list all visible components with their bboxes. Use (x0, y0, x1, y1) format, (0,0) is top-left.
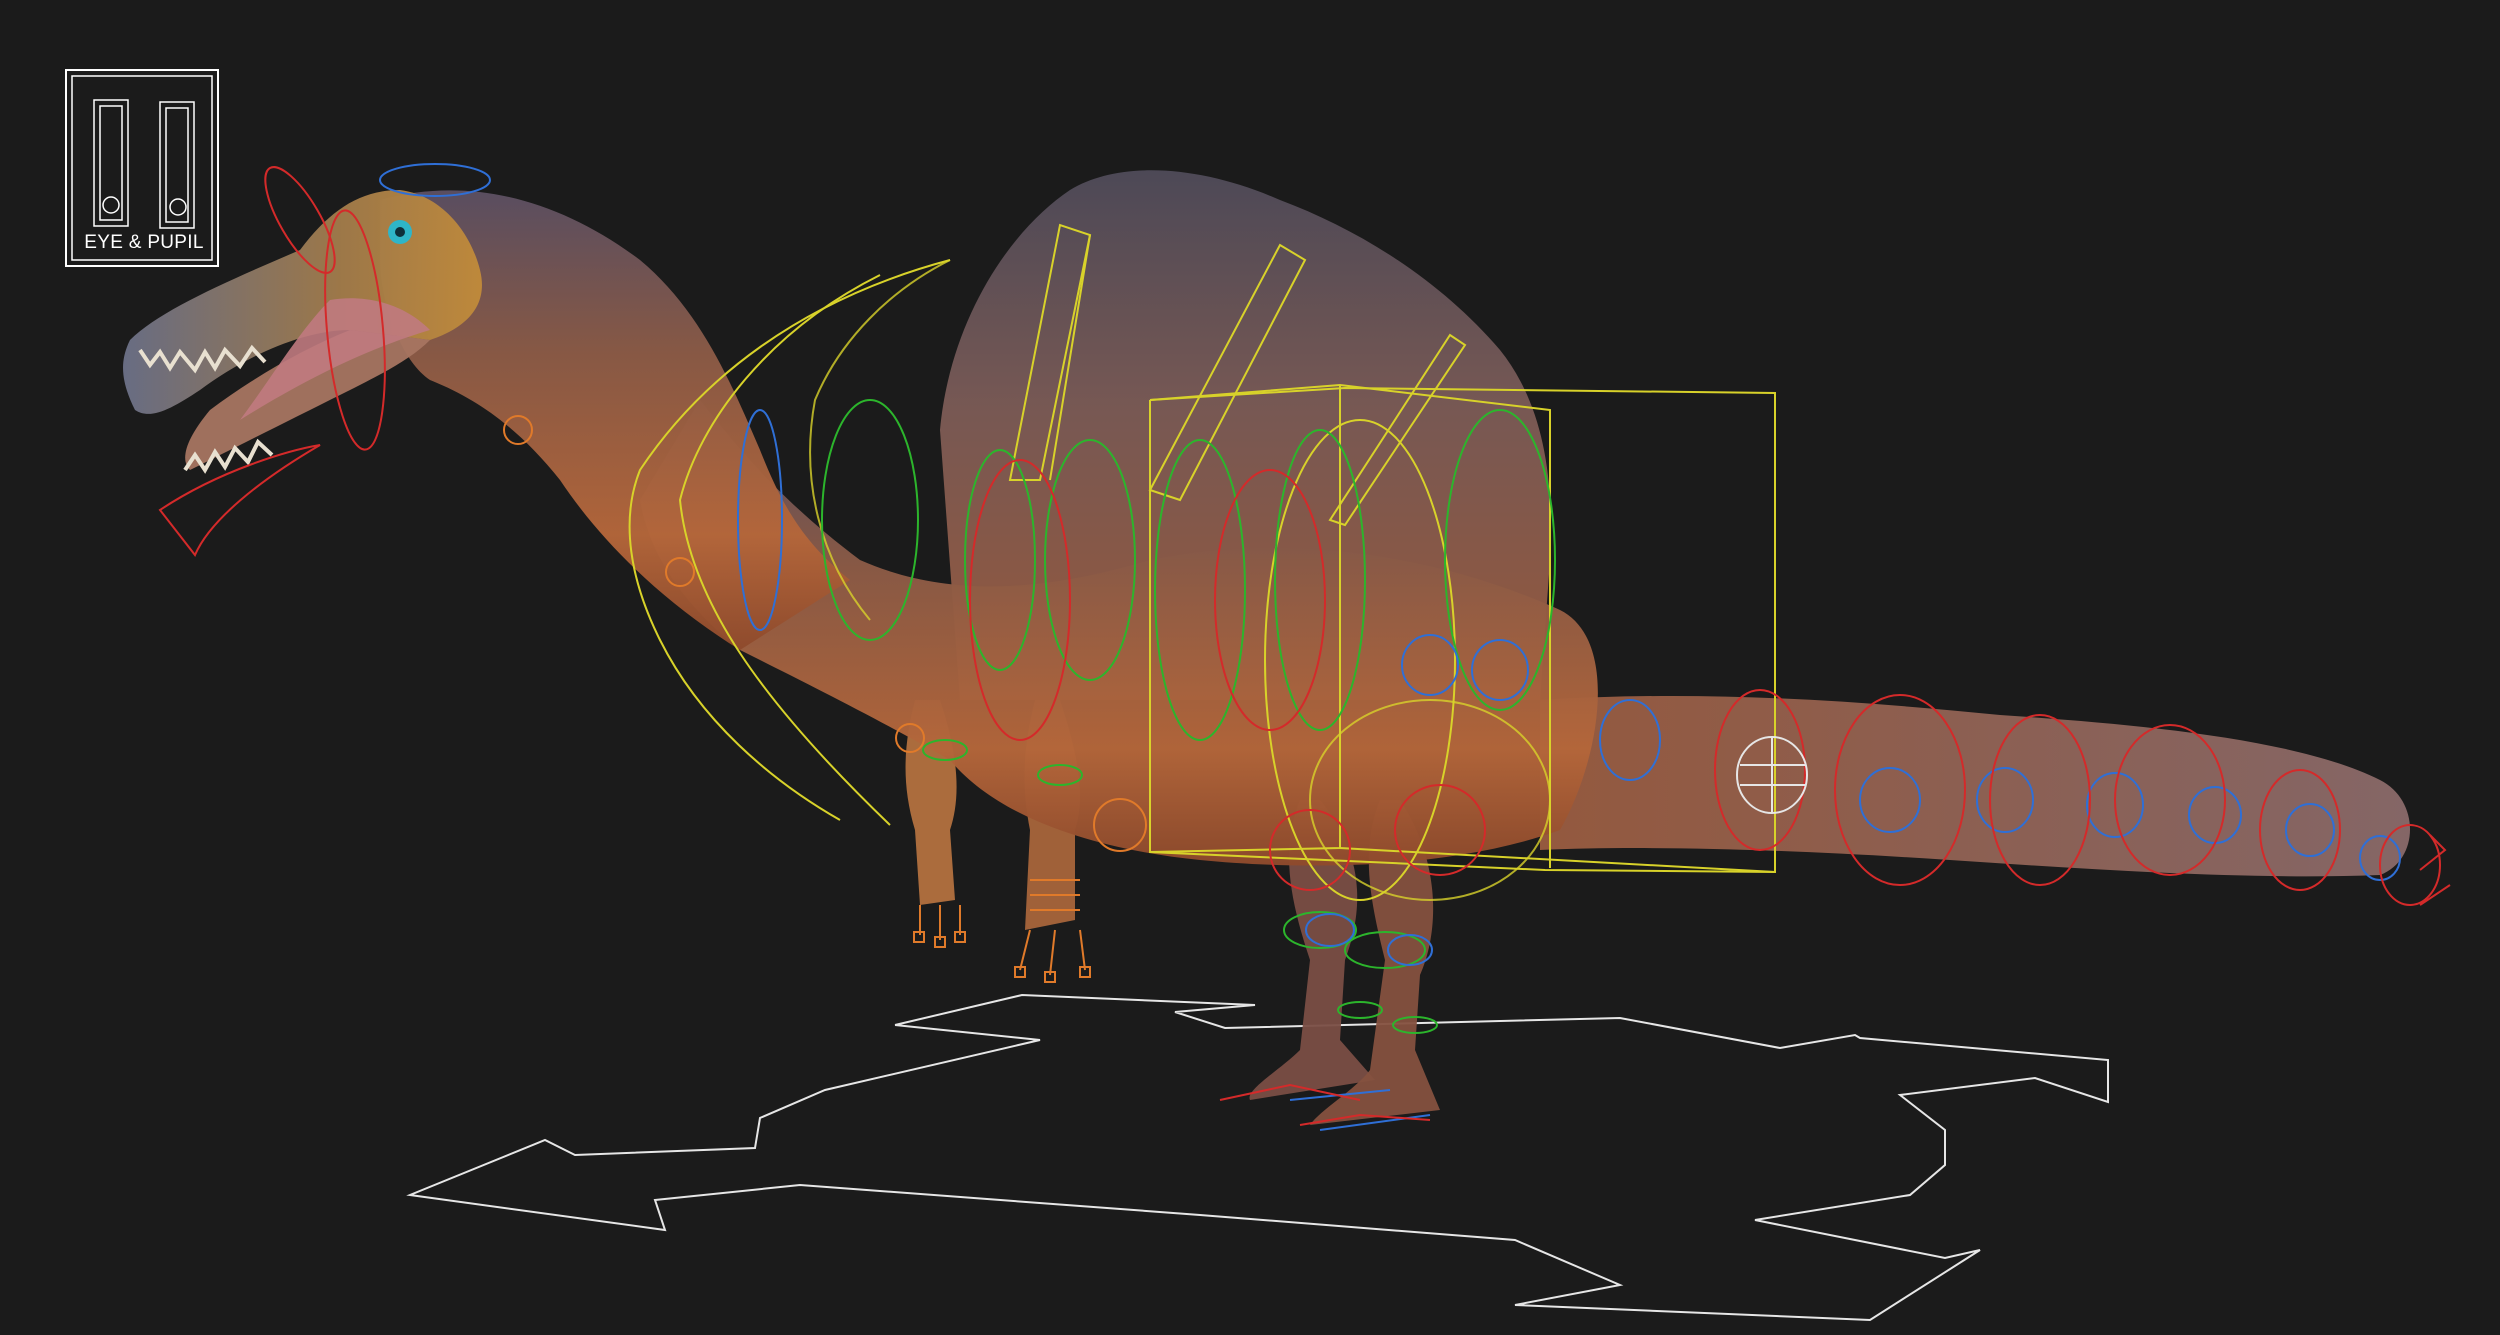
3d-viewport[interactable]: EYE & PUPIL (0, 0, 2500, 1335)
tail-mesh (1540, 695, 2410, 877)
pupil-mesh (395, 227, 405, 237)
root-control[interactable] (406, 993, 2109, 1322)
rig-scene[interactable] (0, 0, 2500, 1335)
eye-pupil-label: EYE & PUPIL (84, 232, 204, 253)
eye-pupil-panel[interactable]: EYE & PUPIL (64, 68, 224, 268)
